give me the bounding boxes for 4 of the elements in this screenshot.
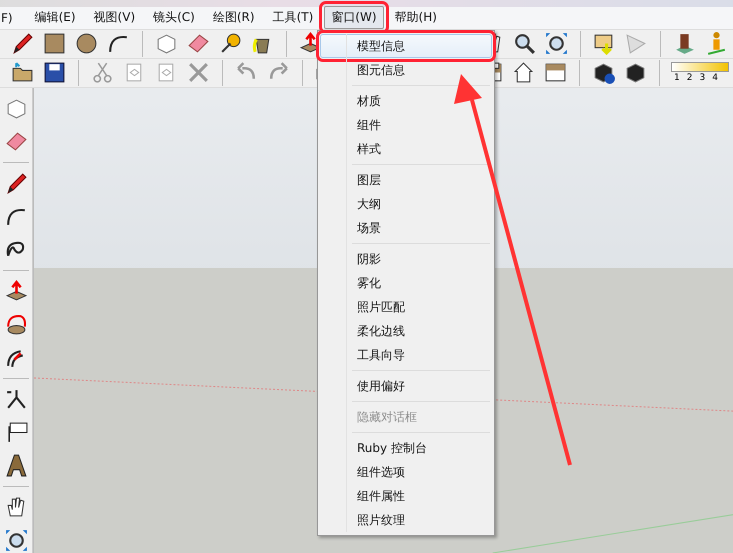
scale-label: 1 <box>674 73 680 84</box>
scale-label: 4 <box>712 73 718 84</box>
scale-label: 3 <box>699 73 706 84</box>
scale-label: 2 <box>686 73 692 84</box>
